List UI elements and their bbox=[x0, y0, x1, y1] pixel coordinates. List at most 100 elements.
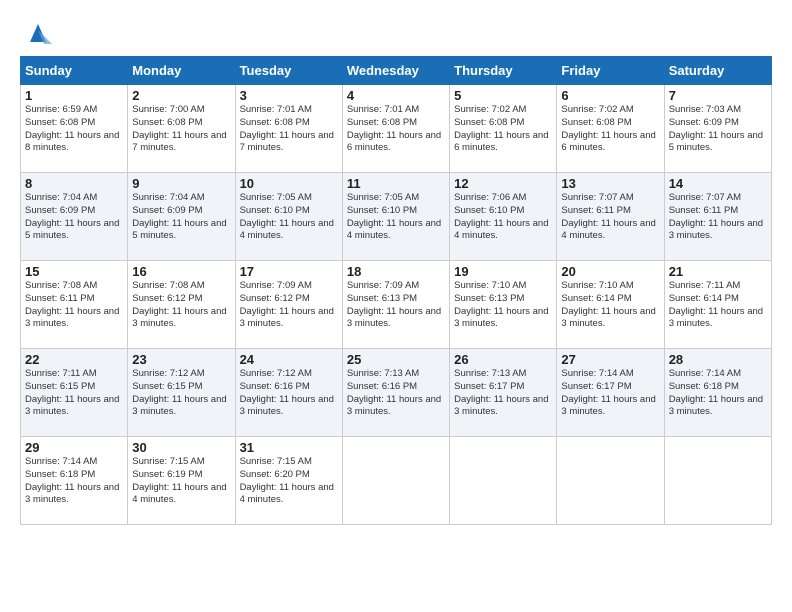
day-number: 8 bbox=[25, 176, 123, 191]
day-info: Sunrise: 7:03 AM Sunset: 6:09 PM Dayligh… bbox=[669, 104, 767, 155]
sunrise-label: Sunrise: 7:05 AM bbox=[240, 192, 312, 203]
daylight-label: Daylight: 11 hours and 6 minutes. bbox=[347, 130, 441, 154]
day-number: 14 bbox=[669, 176, 767, 191]
daylight-label: Daylight: 11 hours and 7 minutes. bbox=[240, 130, 334, 154]
sunset-label: Sunset: 6:17 PM bbox=[454, 381, 524, 392]
day-info: Sunrise: 7:14 AM Sunset: 6:18 PM Dayligh… bbox=[669, 368, 767, 419]
header-area bbox=[20, 16, 772, 48]
daylight-label: Daylight: 11 hours and 4 minutes. bbox=[240, 218, 334, 242]
day-number: 26 bbox=[454, 352, 552, 367]
calendar-week-row: 15 Sunrise: 7:08 AM Sunset: 6:11 PM Dayl… bbox=[21, 261, 772, 349]
day-info: Sunrise: 7:04 AM Sunset: 6:09 PM Dayligh… bbox=[132, 192, 230, 243]
calendar-cell: 21 Sunrise: 7:11 AM Sunset: 6:14 PM Dayl… bbox=[664, 261, 771, 349]
calendar-cell: 6 Sunrise: 7:02 AM Sunset: 6:08 PM Dayli… bbox=[557, 85, 664, 173]
sunrise-label: Sunrise: 7:08 AM bbox=[25, 280, 97, 291]
sunrise-label: Sunrise: 7:06 AM bbox=[454, 192, 526, 203]
daylight-label: Daylight: 11 hours and 3 minutes. bbox=[561, 394, 655, 418]
calendar-cell: 14 Sunrise: 7:07 AM Sunset: 6:11 PM Dayl… bbox=[664, 173, 771, 261]
day-number: 27 bbox=[561, 352, 659, 367]
sunrise-label: Sunrise: 7:01 AM bbox=[347, 104, 419, 115]
daylight-label: Daylight: 11 hours and 3 minutes. bbox=[454, 306, 548, 330]
calendar-week-row: 22 Sunrise: 7:11 AM Sunset: 6:15 PM Dayl… bbox=[21, 349, 772, 437]
calendar-cell: 28 Sunrise: 7:14 AM Sunset: 6:18 PM Dayl… bbox=[664, 349, 771, 437]
calendar-cell: 4 Sunrise: 7:01 AM Sunset: 6:08 PM Dayli… bbox=[342, 85, 449, 173]
sunrise-label: Sunrise: 7:03 AM bbox=[669, 104, 741, 115]
calendar-cell: 5 Sunrise: 7:02 AM Sunset: 6:08 PM Dayli… bbox=[450, 85, 557, 173]
sunrise-label: Sunrise: 6:59 AM bbox=[25, 104, 97, 115]
calendar-cell: 31 Sunrise: 7:15 AM Sunset: 6:20 PM Dayl… bbox=[235, 437, 342, 525]
calendar-cell: 24 Sunrise: 7:12 AM Sunset: 6:16 PM Dayl… bbox=[235, 349, 342, 437]
sunset-label: Sunset: 6:09 PM bbox=[25, 205, 95, 216]
calendar-header-row: SundayMondayTuesdayWednesdayThursdayFrid… bbox=[21, 57, 772, 85]
sunset-label: Sunset: 6:14 PM bbox=[561, 293, 631, 304]
day-number: 3 bbox=[240, 88, 338, 103]
calendar-week-row: 1 Sunrise: 6:59 AM Sunset: 6:08 PM Dayli… bbox=[21, 85, 772, 173]
day-info: Sunrise: 7:01 AM Sunset: 6:08 PM Dayligh… bbox=[240, 104, 338, 155]
calendar-cell: 11 Sunrise: 7:05 AM Sunset: 6:10 PM Dayl… bbox=[342, 173, 449, 261]
sunset-label: Sunset: 6:19 PM bbox=[132, 469, 202, 480]
sunset-label: Sunset: 6:08 PM bbox=[561, 117, 631, 128]
day-info: Sunrise: 7:07 AM Sunset: 6:11 PM Dayligh… bbox=[669, 192, 767, 243]
daylight-label: Daylight: 11 hours and 3 minutes. bbox=[25, 394, 119, 418]
sunrise-label: Sunrise: 7:10 AM bbox=[561, 280, 633, 291]
sunrise-label: Sunrise: 7:07 AM bbox=[669, 192, 741, 203]
day-number: 12 bbox=[454, 176, 552, 191]
daylight-label: Daylight: 11 hours and 7 minutes. bbox=[132, 130, 226, 154]
sunrise-label: Sunrise: 7:09 AM bbox=[240, 280, 312, 291]
day-number: 9 bbox=[132, 176, 230, 191]
sunrise-label: Sunrise: 7:12 AM bbox=[132, 368, 204, 379]
daylight-label: Daylight: 11 hours and 8 minutes. bbox=[25, 130, 119, 154]
sunset-label: Sunset: 6:08 PM bbox=[25, 117, 95, 128]
day-info: Sunrise: 6:59 AM Sunset: 6:08 PM Dayligh… bbox=[25, 104, 123, 155]
day-number: 25 bbox=[347, 352, 445, 367]
day-info: Sunrise: 7:06 AM Sunset: 6:10 PM Dayligh… bbox=[454, 192, 552, 243]
day-info: Sunrise: 7:05 AM Sunset: 6:10 PM Dayligh… bbox=[240, 192, 338, 243]
calendar-cell: 13 Sunrise: 7:07 AM Sunset: 6:11 PM Dayl… bbox=[557, 173, 664, 261]
sunset-label: Sunset: 6:13 PM bbox=[347, 293, 417, 304]
day-number: 23 bbox=[132, 352, 230, 367]
daylight-label: Daylight: 11 hours and 3 minutes. bbox=[669, 306, 763, 330]
header-day-monday: Monday bbox=[128, 57, 235, 85]
daylight-label: Daylight: 11 hours and 4 minutes. bbox=[132, 482, 226, 506]
sunrise-label: Sunrise: 7:04 AM bbox=[132, 192, 204, 203]
day-number: 29 bbox=[25, 440, 123, 455]
header-day-sunday: Sunday bbox=[21, 57, 128, 85]
day-info: Sunrise: 7:12 AM Sunset: 6:16 PM Dayligh… bbox=[240, 368, 338, 419]
logo-icon bbox=[24, 20, 52, 48]
calendar-cell: 23 Sunrise: 7:12 AM Sunset: 6:15 PM Dayl… bbox=[128, 349, 235, 437]
day-number: 20 bbox=[561, 264, 659, 279]
calendar-cell bbox=[557, 437, 664, 525]
day-number: 17 bbox=[240, 264, 338, 279]
day-number: 24 bbox=[240, 352, 338, 367]
day-number: 11 bbox=[347, 176, 445, 191]
daylight-label: Daylight: 11 hours and 4 minutes. bbox=[561, 218, 655, 242]
sunrise-label: Sunrise: 7:05 AM bbox=[347, 192, 419, 203]
daylight-label: Daylight: 11 hours and 4 minutes. bbox=[240, 482, 334, 506]
daylight-label: Daylight: 11 hours and 3 minutes. bbox=[669, 394, 763, 418]
day-info: Sunrise: 7:04 AM Sunset: 6:09 PM Dayligh… bbox=[25, 192, 123, 243]
day-number: 10 bbox=[240, 176, 338, 191]
day-number: 1 bbox=[25, 88, 123, 103]
sunset-label: Sunset: 6:08 PM bbox=[240, 117, 310, 128]
sunrise-label: Sunrise: 7:01 AM bbox=[240, 104, 312, 115]
daylight-label: Daylight: 11 hours and 4 minutes. bbox=[347, 218, 441, 242]
daylight-label: Daylight: 11 hours and 6 minutes. bbox=[561, 130, 655, 154]
sunrise-label: Sunrise: 7:08 AM bbox=[132, 280, 204, 291]
calendar-cell: 25 Sunrise: 7:13 AM Sunset: 6:16 PM Dayl… bbox=[342, 349, 449, 437]
sunrise-label: Sunrise: 7:00 AM bbox=[132, 104, 204, 115]
sunrise-label: Sunrise: 7:11 AM bbox=[669, 280, 741, 291]
day-info: Sunrise: 7:05 AM Sunset: 6:10 PM Dayligh… bbox=[347, 192, 445, 243]
day-info: Sunrise: 7:13 AM Sunset: 6:16 PM Dayligh… bbox=[347, 368, 445, 419]
sunrise-label: Sunrise: 7:15 AM bbox=[240, 456, 312, 467]
calendar-cell: 30 Sunrise: 7:15 AM Sunset: 6:19 PM Dayl… bbox=[128, 437, 235, 525]
day-info: Sunrise: 7:01 AM Sunset: 6:08 PM Dayligh… bbox=[347, 104, 445, 155]
calendar-cell: 1 Sunrise: 6:59 AM Sunset: 6:08 PM Dayli… bbox=[21, 85, 128, 173]
daylight-label: Daylight: 11 hours and 3 minutes. bbox=[347, 394, 441, 418]
calendar-cell: 26 Sunrise: 7:13 AM Sunset: 6:17 PM Dayl… bbox=[450, 349, 557, 437]
calendar-table: SundayMondayTuesdayWednesdayThursdayFrid… bbox=[20, 56, 772, 525]
day-info: Sunrise: 7:15 AM Sunset: 6:19 PM Dayligh… bbox=[132, 456, 230, 507]
calendar-cell: 27 Sunrise: 7:14 AM Sunset: 6:17 PM Dayl… bbox=[557, 349, 664, 437]
sunset-label: Sunset: 6:08 PM bbox=[454, 117, 524, 128]
day-info: Sunrise: 7:10 AM Sunset: 6:13 PM Dayligh… bbox=[454, 280, 552, 331]
sunrise-label: Sunrise: 7:14 AM bbox=[669, 368, 741, 379]
